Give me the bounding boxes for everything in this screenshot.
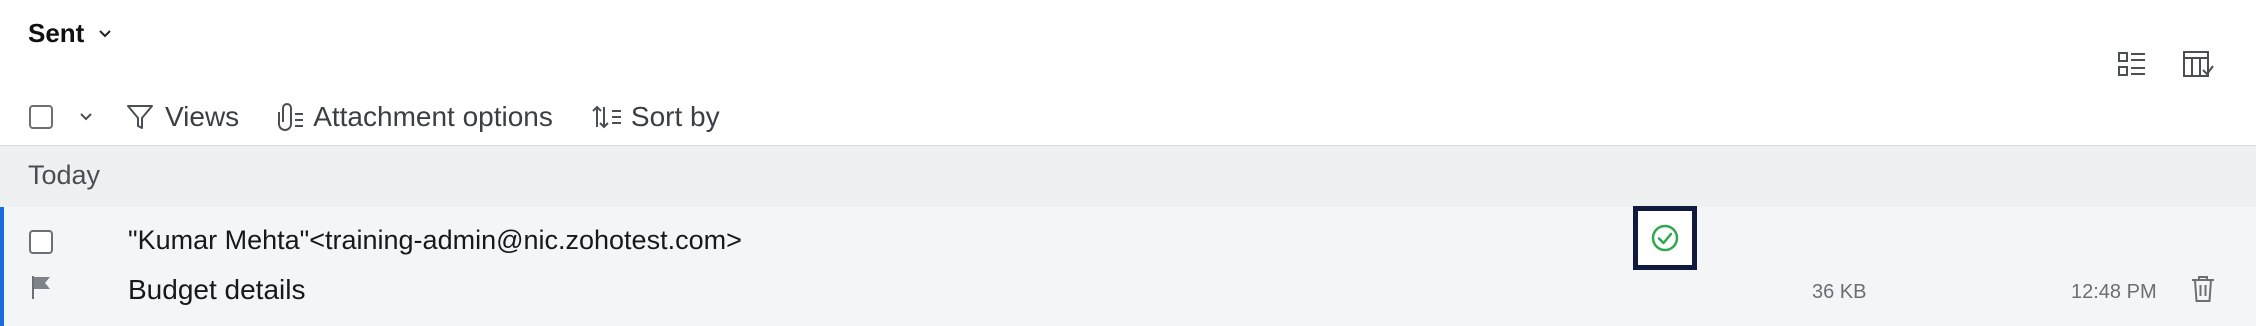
group-header: [0, 145, 2256, 207]
check-circle-icon: [1649, 222, 1681, 254]
select-all-checkbox[interactable]: [29, 105, 53, 129]
message-time: 12:48 PM: [2071, 281, 2157, 303]
flag-icon[interactable]: [30, 274, 54, 300]
views-button[interactable]: Views: [125, 101, 239, 133]
views-label: Views: [165, 101, 240, 132]
sort-by-label: Sort by: [630, 101, 720, 132]
message-checkbox[interactable]: [29, 230, 53, 254]
paperclip-list-icon: [275, 102, 305, 132]
mail-toolbar: Views Attachment options Sort by: [0, 92, 720, 142]
select-dropdown-chevron-icon[interactable]: [79, 112, 93, 122]
sort-icon: [591, 102, 623, 132]
filter-icon: [125, 102, 155, 132]
message-subject: Budget details: [128, 274, 306, 305]
chevron-down-icon[interactable]: [98, 29, 112, 39]
attachment-options-button[interactable]: Attachment options: [275, 101, 553, 133]
message-sender: "Kumar Mehta"<training-admin@nic.zohotes…: [128, 225, 742, 255]
folder-name: Sent: [28, 18, 85, 48]
selected-row-indicator: [0, 207, 4, 326]
delivery-status[interactable]: [1633, 206, 1697, 270]
sort-by-button[interactable]: Sort by: [591, 101, 720, 133]
list-view-icon[interactable]: [2116, 48, 2148, 80]
folder-title[interactable]: Sent: [28, 18, 112, 49]
column-layout-icon[interactable]: [2181, 48, 2215, 80]
message-size: 36 KB: [1812, 281, 1867, 303]
attachment-options-label: Attachment options: [313, 101, 553, 132]
trash-icon[interactable]: [2190, 274, 2216, 304]
group-label: Today: [28, 160, 101, 190]
